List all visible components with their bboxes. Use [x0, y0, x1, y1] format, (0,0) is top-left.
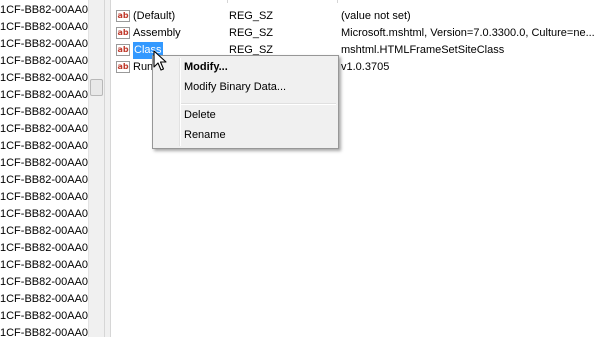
value-name: (Default): [133, 10, 176, 22]
column-header: [111, 0, 600, 2]
column-divider[interactable]: [337, 0, 338, 3]
value-row-assembly[interactable]: ab Assembly REG_SZ Microsoft.mshtml, Ver…: [111, 25, 600, 42]
tree-item[interactable]: 1CF-BB82-00AA00: [0, 223, 88, 240]
value-data: (value not set): [341, 10, 411, 22]
tree-item[interactable]: 1CF-BB82-00AA00: [0, 70, 88, 87]
tree-item[interactable]: 1CF-BB82-00AA00: [0, 121, 88, 138]
tree-item[interactable]: 1CF-BB82-00AA00: [0, 291, 88, 308]
value-name: Assembly: [133, 27, 181, 39]
menu-item-modify-binary-data[interactable]: Modify Binary Data...: [184, 78, 286, 96]
tree-vertical-scrollbar[interactable]: [88, 0, 105, 337]
tree-item[interactable]: 1CF-BB82-00AA00: [0, 274, 88, 291]
tree-item[interactable]: 1CF-BB82-00AA00: [0, 172, 88, 189]
menu-item-modify[interactable]: Modify...: [184, 58, 228, 76]
string-value-icon: ab: [116, 10, 130, 22]
tree-item[interactable]: 1CF-BB82-00AA00: [0, 36, 88, 53]
value-data: mshtml.HTMLFrameSetSiteClass: [341, 44, 505, 56]
registry-key-tree[interactable]: 1CF-BB82-00AA00 1CF-BB82-00AA00 1CF-BB82…: [0, 0, 88, 337]
tree-item[interactable]: 1CF-BB82-00AA00: [0, 2, 88, 19]
tree-item[interactable]: 1CF-BB82-00AA00: [0, 138, 88, 155]
value-type: REG_SZ: [229, 10, 274, 22]
string-value-icon: ab: [116, 27, 130, 39]
value-data: v1.0.3705: [341, 61, 390, 73]
menu-item-delete[interactable]: Delete: [184, 106, 216, 124]
registry-values-list[interactable]: ab (Default) REG_SZ (value not set) ab A…: [111, 0, 600, 337]
tree-item[interactable]: 1CF-BB82-00AA00: [0, 87, 88, 104]
tree-item[interactable]: 1CF-BB82-00AA00: [0, 257, 88, 274]
value-data: Microsoft.mshtml, Version=7.0.3300.0, Cu…: [341, 27, 595, 39]
string-value-icon: ab: [116, 44, 130, 56]
tree-item[interactable]: 1CF-BB82-00AA00: [0, 155, 88, 172]
menu-item-rename[interactable]: Rename: [184, 126, 226, 144]
tree-item[interactable]: 1CF-BB82-00AA00: [0, 104, 88, 121]
menu-gutter: [179, 58, 181, 146]
tree-item[interactable]: 1CF-BB82-00AA00: [0, 206, 88, 223]
menu-separator: [181, 103, 336, 105]
value-row-default[interactable]: ab (Default) REG_SZ (value not set): [111, 8, 600, 25]
tree-item[interactable]: 1CF-BB82-00AA00: [0, 189, 88, 206]
context-menu[interactable]: Modify... Modify Binary Data... Delete R…: [152, 55, 339, 149]
scrollbar-thumb[interactable]: [90, 79, 103, 96]
tree-item[interactable]: 1CF-BB82-00AA00: [0, 325, 88, 337]
value-name: Run: [133, 61, 154, 73]
tree-item[interactable]: 1CF-BB82-00AA00: [0, 240, 88, 257]
mouse-pointer-icon: [153, 50, 167, 71]
tree-item[interactable]: 1CF-BB82-00AA00: [0, 53, 88, 70]
tree-item[interactable]: 1CF-BB82-00AA00: [0, 19, 88, 36]
column-divider[interactable]: [227, 0, 228, 3]
string-value-icon: ab: [116, 61, 130, 73]
value-type: REG_SZ: [229, 27, 274, 39]
tree-item[interactable]: 1CF-BB82-00AA00: [0, 308, 88, 325]
